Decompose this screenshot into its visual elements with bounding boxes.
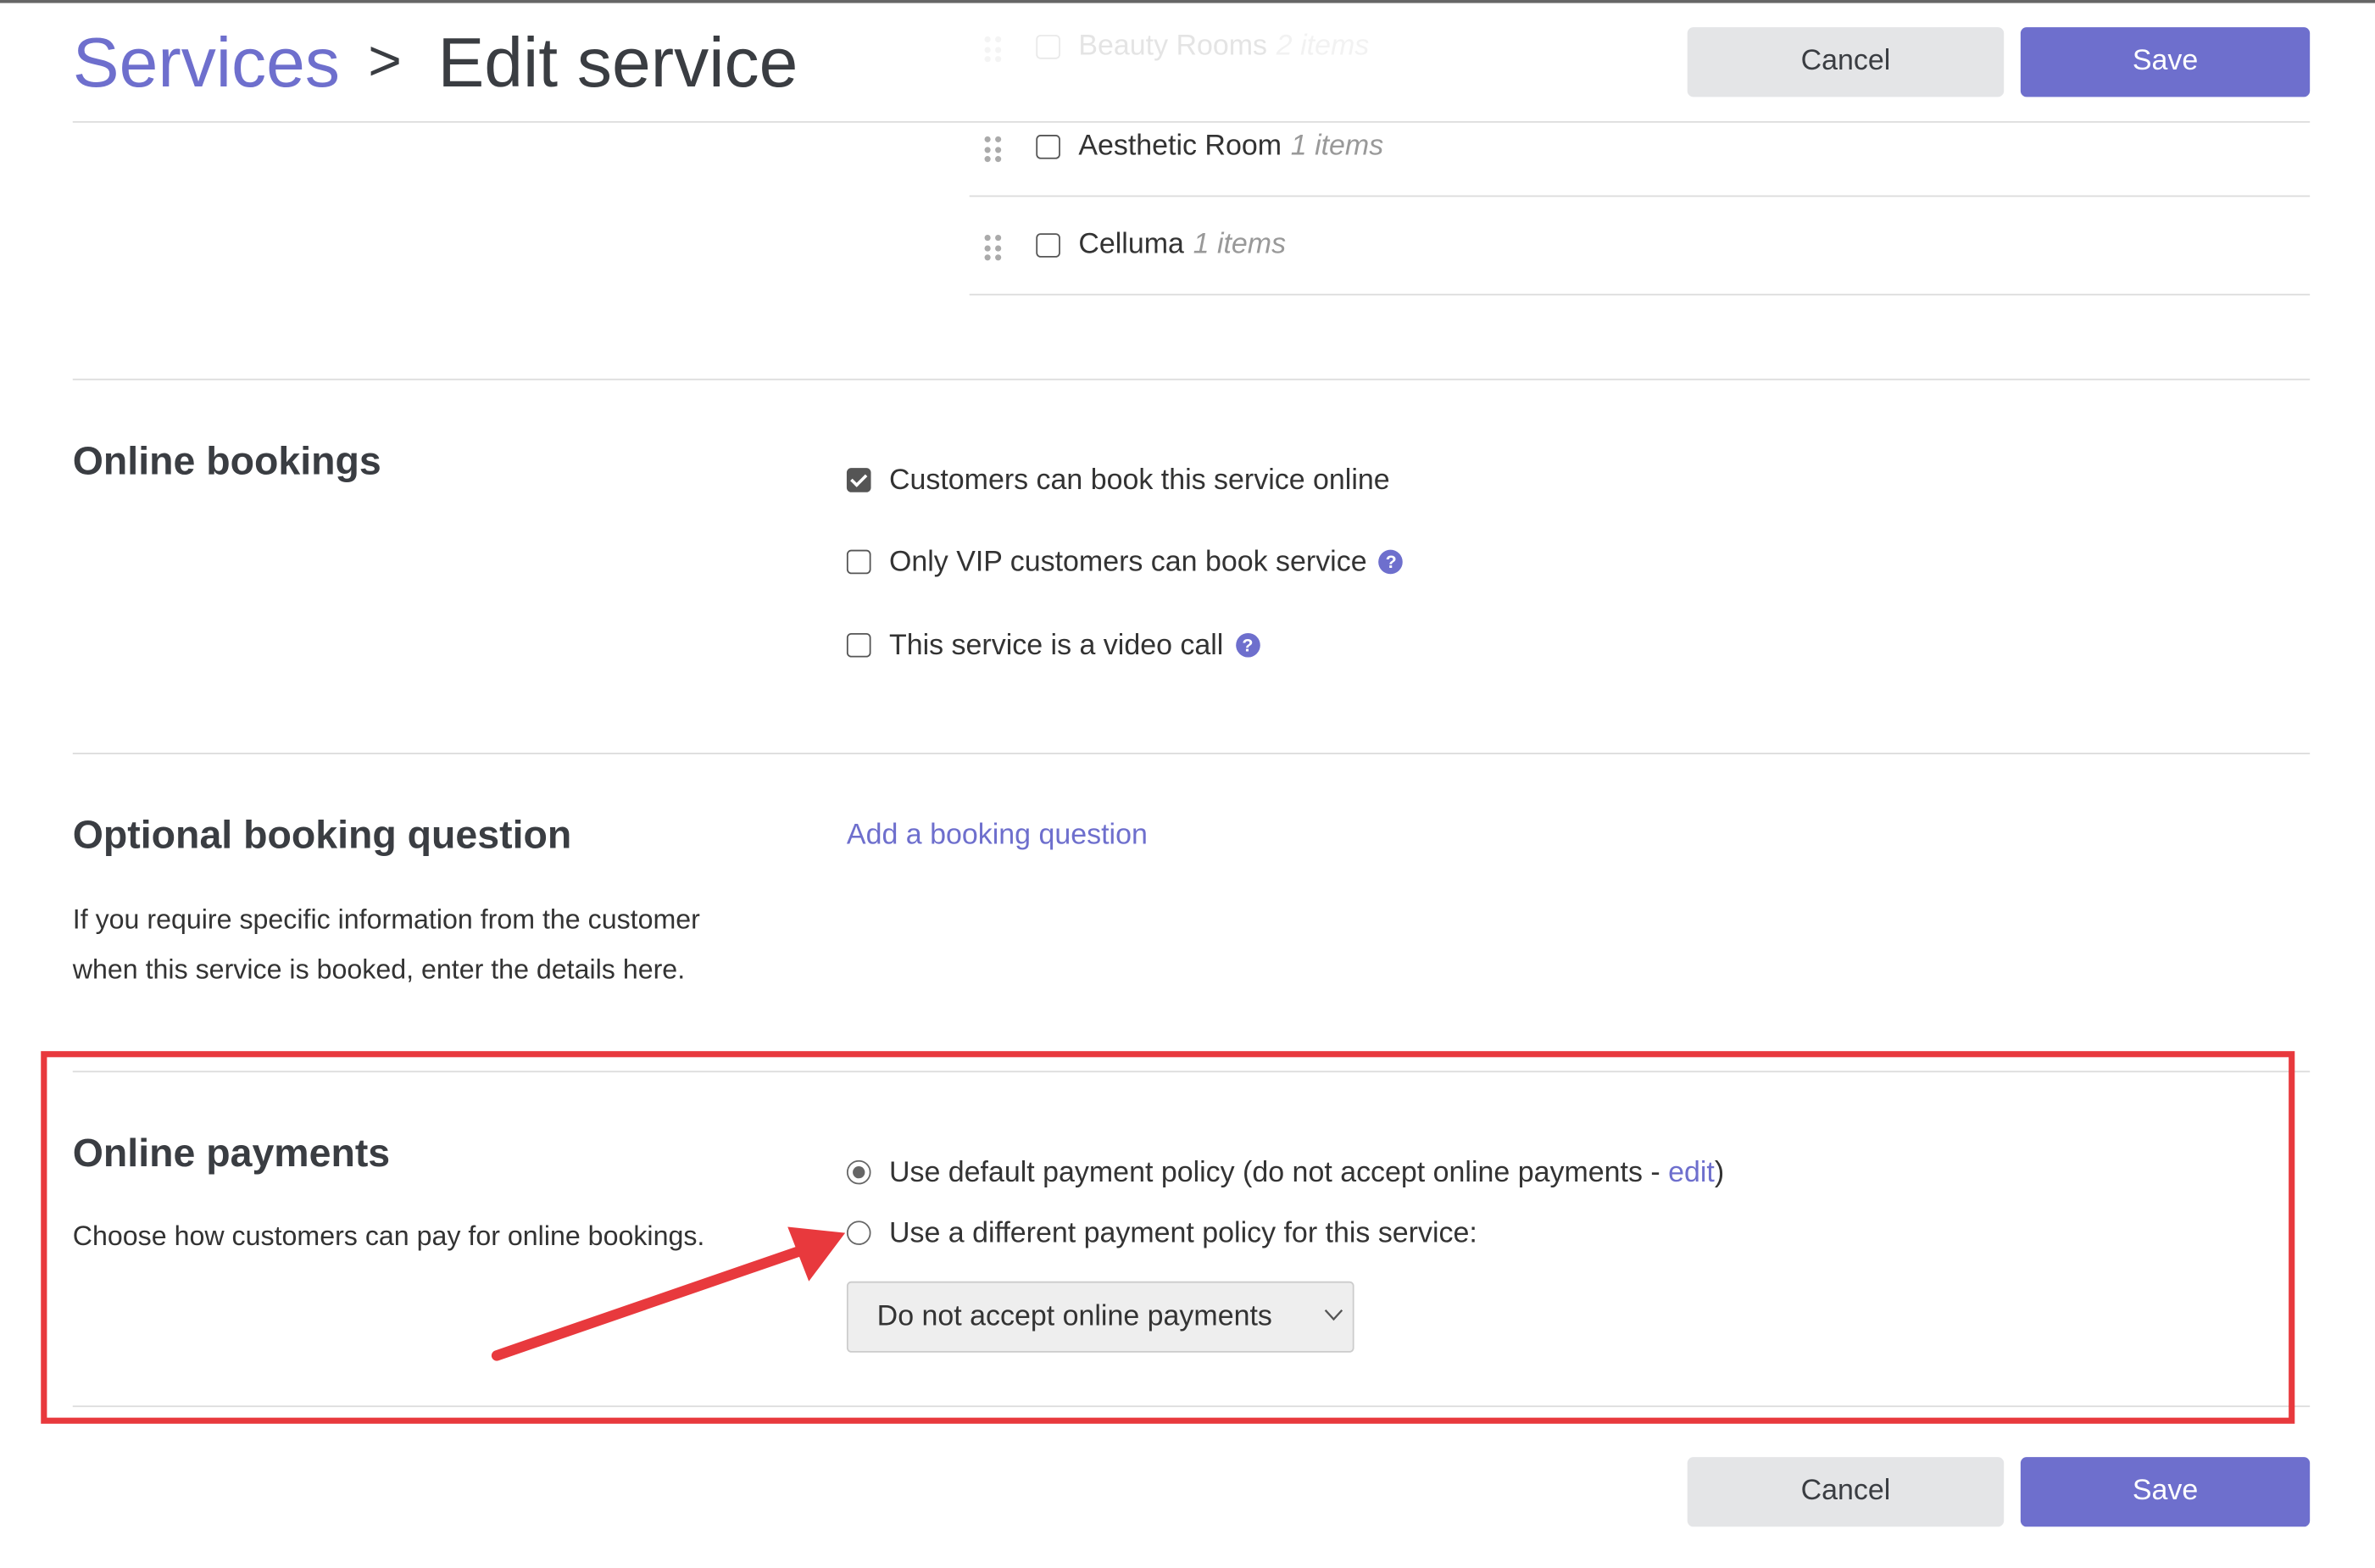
footer-save-button[interactable]: Save xyxy=(2020,1457,2311,1527)
red-arrow-icon xyxy=(491,1226,846,1361)
footer-cancel-button[interactable]: Cancel xyxy=(1687,1457,2005,1527)
